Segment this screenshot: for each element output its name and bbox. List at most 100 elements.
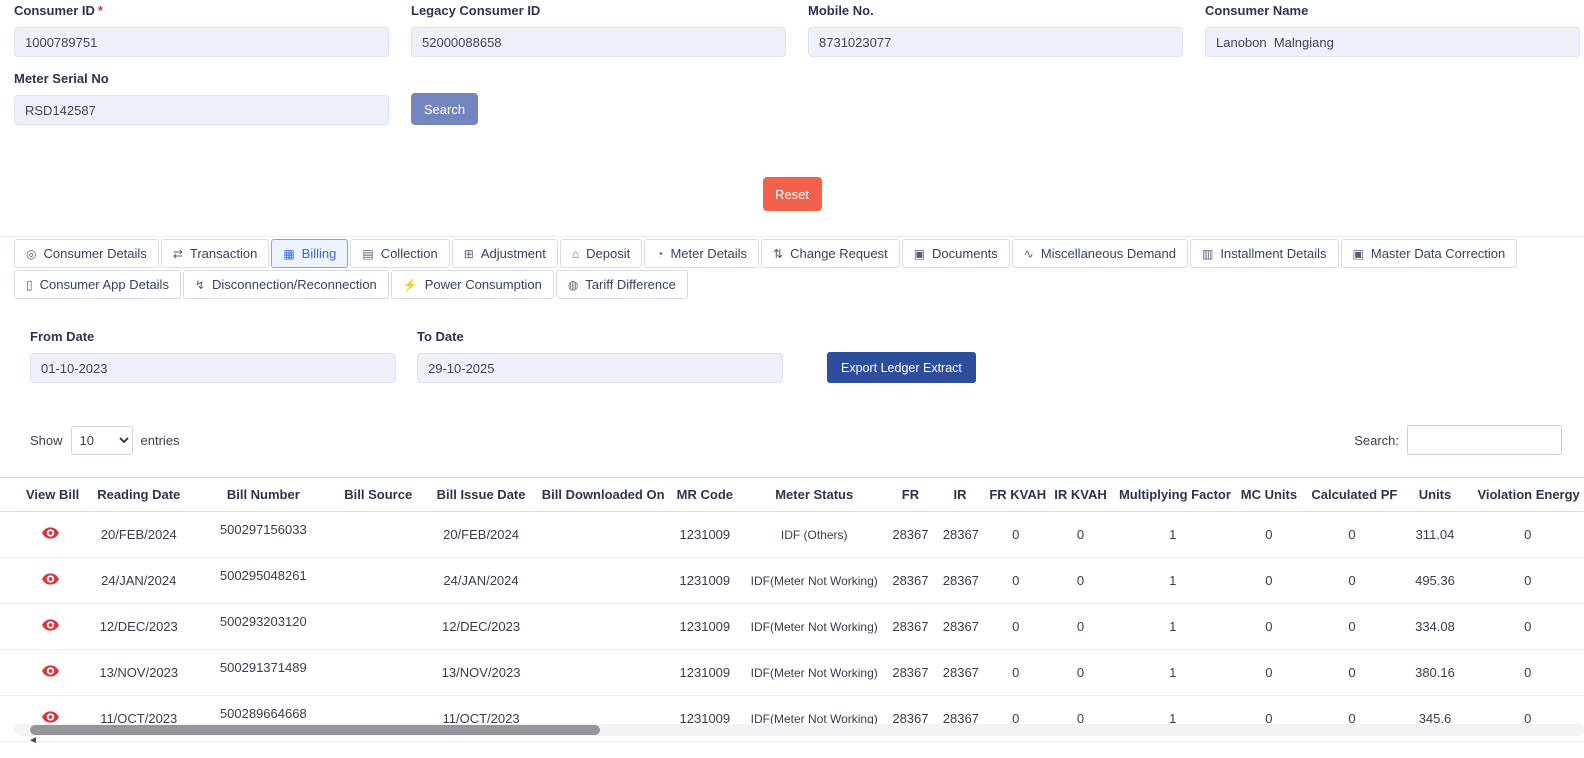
cell-ir-kvah: 0 [1048, 558, 1113, 604]
tab-change-request[interactable]: ⇅Change Request [761, 239, 900, 268]
view-bill-cell [0, 604, 81, 650]
tab-installment-details[interactable]: ▥Installment Details [1190, 239, 1339, 268]
eye-icon[interactable] [42, 527, 59, 539]
tab-power-consumption[interactable]: ⚡Power Consumption [391, 270, 554, 299]
eye-icon[interactable] [42, 619, 59, 631]
collection-icon: ▤ [362, 248, 373, 260]
billing-table: View BillReading DateBill NumberBill Sou… [0, 477, 1584, 742]
column-header: FR KVAH [983, 478, 1048, 512]
horizontal-scrollbar[interactable] [14, 724, 1584, 736]
tab-label: Documents [932, 246, 998, 261]
adjustment-icon: ⊞ [464, 248, 474, 260]
cell-multiplying-factor: 1 [1113, 558, 1233, 604]
search-form-row2: Meter Serial No Search [14, 71, 1584, 125]
billing-table-wrap: View BillReading DateBill NumberBill Sou… [0, 477, 1584, 742]
reset-row: Reset [0, 177, 1584, 211]
tab-billing[interactable]: ▦Billing [271, 239, 348, 268]
cell-reading-date: 20/FEB/2024 [81, 512, 196, 558]
table-row: 24/JAN/202450029504826124/JAN/2024123100… [0, 558, 1584, 604]
column-header: Calculated PF [1305, 478, 1398, 512]
consumer-billing-page: Consumer ID* Legacy Consumer ID Mobile N… [0, 0, 1584, 758]
tab-consumer-details[interactable]: ◎Consumer Details [14, 239, 159, 268]
cell-reading-date: 12/DEC/2023 [81, 604, 196, 650]
mobile-no-input[interactable] [808, 27, 1183, 57]
consumer-search-form: Consumer ID* Legacy Consumer ID Mobile N… [0, 0, 1584, 125]
cell-fr-kvah: 0 [983, 512, 1048, 558]
to-date-input[interactable] [417, 353, 783, 383]
cell-bill-downloaded-on [536, 512, 666, 558]
cell-mc-units: 0 [1232, 650, 1305, 696]
tab-meter-details[interactable]: ◔Meter Details [644, 239, 759, 268]
consumer-id-input[interactable] [14, 27, 389, 57]
cell-ir: 28367 [937, 558, 984, 604]
cell-units: 334.08 [1399, 604, 1472, 650]
deposit-icon: ⌂ [572, 248, 579, 260]
tab-collection[interactable]: ▤Collection [350, 239, 449, 268]
export-ledger-button[interactable]: Export Ledger Extract [827, 352, 976, 383]
cell-multiplying-factor: 1 [1113, 512, 1233, 558]
column-header: Violation Energy U [1471, 478, 1584, 512]
consumer-name-label: Consumer Name [1205, 3, 1580, 18]
page-size-select[interactable]: 10 [71, 426, 133, 455]
tab-label: Disconnection/Reconnection [212, 277, 377, 292]
tab-row-1: ◎Consumer Details⇄Transaction▦Billing▤Co… [14, 239, 1584, 268]
cell-bill-issue-date: 12/DEC/2023 [426, 604, 535, 650]
eye-icon[interactable] [42, 665, 59, 677]
cell-meter-status: IDF(Meter Not Working) [744, 650, 884, 696]
cell-ir: 28367 [937, 512, 984, 558]
consumer-name-input[interactable] [1205, 27, 1580, 57]
meter-serial-input[interactable] [14, 95, 389, 125]
table-search-input[interactable] [1407, 425, 1562, 455]
cell-mc-units: 0 [1232, 512, 1305, 558]
cell-bill-downloaded-on [536, 650, 666, 696]
installment-icon: ▥ [1202, 248, 1213, 260]
tab-documents[interactable]: ▣Documents [902, 239, 1010, 268]
tab-adjustment[interactable]: ⊞Adjustment [452, 239, 558, 268]
from-date-block: From Date [30, 329, 396, 383]
table-row: 20/FEB/202450029715603320/FEB/2024123100… [0, 512, 1584, 558]
change-request-icon: ⇅ [773, 248, 783, 260]
tab-master-data-correction[interactable]: ▣Master Data Correction [1341, 239, 1518, 268]
tab-label: Master Data Correction [1371, 246, 1505, 261]
scroll-left-icon[interactable]: ◄ [28, 736, 38, 746]
eye-icon[interactable] [42, 711, 59, 723]
cell-bill-downloaded-on [536, 604, 666, 650]
tab-deposit[interactable]: ⌂Deposit [560, 239, 642, 268]
cell-bill-issue-date: 24/JAN/2024 [426, 558, 535, 604]
tab-label: Miscellaneous Demand [1041, 246, 1176, 261]
cell-meter-status: IDF (Others) [744, 512, 884, 558]
date-filter-row: From Date To Date Export Ledger Extract [30, 329, 1584, 383]
cell-fr: 28367 [884, 604, 937, 650]
table-row: 13/NOV/202350029137148913/NOV/2023123100… [0, 650, 1584, 696]
from-date-input[interactable] [30, 353, 396, 383]
tab-miscellaneous-demand[interactable]: ∿Miscellaneous Demand [1012, 239, 1188, 268]
field-label-text: Consumer ID [14, 3, 95, 18]
mobile-no-field-block: Mobile No. [808, 3, 1183, 57]
entries-label: entries [141, 433, 180, 448]
cell-bill-issue-date: 13/NOV/2023 [426, 650, 535, 696]
legacy-consumer-id-field-block: Legacy Consumer ID [411, 3, 786, 57]
eye-icon[interactable] [42, 573, 59, 585]
tab-transaction[interactable]: ⇄Transaction [161, 239, 270, 268]
legacy-consumer-id-input[interactable] [411, 27, 786, 57]
cell-mr-code: 1231009 [665, 558, 744, 604]
cell-bill-number: 500297156033 [196, 512, 330, 558]
disconnection-icon: ↯ [195, 279, 205, 291]
horizontal-scrollbar-thumb[interactable] [30, 725, 600, 735]
billing-panel: From Date To Date Export Ledger Extract … [0, 301, 1584, 455]
tab-disconnection-reconnection[interactable]: ↯ Disconnection/Reconnection [183, 270, 389, 299]
view-bill-cell [0, 650, 81, 696]
cell-reading-date: 24/JAN/2024 [81, 558, 196, 604]
tab-tariff-difference[interactable]: ◍Tariff Difference [556, 270, 688, 299]
reset-button[interactable]: Reset [763, 177, 822, 211]
meter-icon: ◔ [656, 248, 663, 260]
cell-meter-status: IDF(Meter Not Working) [744, 558, 884, 604]
legacy-consumer-id-label: Legacy Consumer ID [411, 3, 786, 18]
from-date-label: From Date [30, 329, 396, 344]
cell-bill-number: 500291371489 [196, 650, 330, 696]
cell-ir-kvah: 0 [1048, 604, 1113, 650]
tab-consumer-app-details[interactable]: ▯Consumer App Details [14, 270, 181, 299]
cell-bill-source [330, 558, 426, 604]
search-button[interactable]: Search [411, 93, 478, 125]
transaction-icon: ⇄ [173, 248, 183, 260]
